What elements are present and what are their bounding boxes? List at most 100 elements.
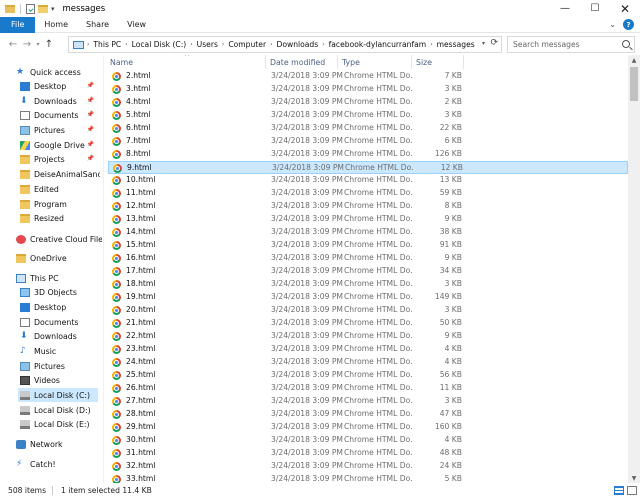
sidebar-item-3d-objects[interactable]: 3D Objects [20,285,98,299]
sidebar-item-local-disk-e[interactable]: Local Disk (E:) [20,417,98,431]
file-row[interactable]: 7.html 3/24/2018 3:09 PM Chrome HTML Do...… [108,135,628,148]
file-row[interactable]: 22.html 3/24/2018 3:09 PM Chrome HTML Do..… [108,330,628,343]
file-row[interactable]: 33.html 3/24/2018 3:09 PM Chrome HTML Do..… [108,473,628,483]
column-header-date-modified[interactable]: Date modified [266,55,338,69]
breadcrumb-this-pc[interactable]: This PC [93,40,121,49]
file-row[interactable]: 23.html 3/24/2018 3:09 PM Chrome HTML Do..… [108,343,628,356]
close-button[interactable]: ✕ [610,0,640,17]
pin-icon[interactable]: 📌 [87,111,94,118]
sidebar-item-desktop[interactable]: Desktop 📌 [20,79,98,93]
breadcrumb-users[interactable]: Users [197,40,218,49]
back-button[interactable]: ← [6,36,20,52]
file-row[interactable]: 3.html 3/24/2018 3:09 PM Chrome HTML Do...… [108,83,628,96]
forward-button[interactable]: → [20,36,34,52]
file-row[interactable]: 13.html 3/24/2018 3:09 PM Chrome HTML Do..… [108,213,628,226]
file-row[interactable]: 6.html 3/24/2018 3:09 PM Chrome HTML Do...… [108,122,628,135]
file-row[interactable]: 25.html 3/24/2018 3:09 PM Chrome HTML Do..… [108,369,628,382]
sidebar-item-pictures-pc[interactable]: Pictures [20,359,98,373]
breadcrumb-facebook-folder[interactable]: facebook-dylancurranfam [329,40,427,49]
sidebar-item-local-disk-c[interactable]: Local Disk (C:) [18,388,98,402]
address-bar[interactable]: › This PC › Local Disk (C:) › Users › Co… [68,36,502,53]
breadcrumb-separator[interactable]: › [87,41,89,48]
pin-icon[interactable]: 📌 [87,141,94,148]
file-row[interactable]: 18.html 3/24/2018 3:09 PM Chrome HTML Do..… [108,278,628,291]
refresh-icon[interactable]: ⟳ [490,38,498,48]
help-icon[interactable]: ? [623,19,634,30]
new-folder-icon[interactable] [38,4,48,13]
pin-icon[interactable]: 📌 [87,97,94,104]
file-row[interactable]: 16.html 3/24/2018 3:09 PM Chrome HTML Do..… [108,252,628,265]
sidebar-item-quick-access[interactable]: ★ Quick access [16,65,103,79]
maximize-button[interactable]: ☐ [580,0,610,17]
sidebar-item-edited[interactable]: Edited [20,182,98,196]
breadcrumb-local-disk-c[interactable]: Local Disk (C:) [132,40,187,49]
breadcrumb-separator[interactable]: › [430,41,432,48]
tab-home[interactable]: Home [35,17,77,33]
breadcrumb-separator[interactable]: › [125,41,127,48]
recent-locations-dropdown[interactable]: ▾ [34,36,42,52]
scrollbar-thumb[interactable] [630,67,638,101]
file-row[interactable]: 12.html 3/24/2018 3:09 PM Chrome HTML Do..… [108,200,628,213]
breadcrumb-separator[interactable]: › [190,41,192,48]
breadcrumb-separator[interactable]: › [322,41,324,48]
sidebar-item-this-pc[interactable]: This PC [16,271,98,285]
file-row[interactable]: 29.html 3/24/2018 3:09 PM Chrome HTML Do..… [108,421,628,434]
file-row[interactable]: 26.html 3/24/2018 3:09 PM Chrome HTML Do..… [108,382,628,395]
sidebar-item-resized[interactable]: Resized [20,211,98,225]
vertical-scrollbar[interactable]: ▲ ▼ [628,55,640,483]
address-dropdown-icon[interactable]: ▾ [482,40,485,47]
search-icon[interactable] [622,40,630,48]
properties-icon[interactable] [26,3,35,14]
sidebar-item-creative-cloud-files[interactable]: Creative Cloud Files [16,232,102,246]
file-row[interactable]: 31.html 3/24/2018 3:09 PM Chrome HTML Do..… [108,447,628,460]
up-button[interactable]: ↑ [42,36,56,52]
breadcrumb-computer[interactable]: Computer [228,40,266,49]
file-row[interactable]: 28.html 3/24/2018 3:09 PM Chrome HTML Do..… [108,408,628,421]
sidebar-item-onedrive[interactable]: OneDrive [16,251,98,265]
file-row[interactable]: 30.html 3/24/2018 3:09 PM Chrome HTML Do..… [108,434,628,447]
tab-view[interactable]: View [118,17,155,33]
file-row[interactable]: 24.html 3/24/2018 3:09 PM Chrome HTML Do..… [108,356,628,369]
file-row[interactable]: 32.html 3/24/2018 3:09 PM Chrome HTML Do..… [108,460,628,473]
sidebar-item-music[interactable]: ♪ Music [20,344,98,358]
file-row[interactable]: 21.html 3/24/2018 3:09 PM Chrome HTML Do..… [108,317,628,330]
pin-icon[interactable]: 📌 [87,155,94,162]
breadcrumb-separator[interactable]: › [270,41,272,48]
file-row[interactable]: 19.html 3/24/2018 3:09 PM Chrome HTML Do..… [108,291,628,304]
sidebar-item-catch[interactable]: ⚡ Catch! [16,457,98,471]
minimize-button[interactable]: — [550,0,580,17]
column-header-name[interactable]: Name ^ [104,55,266,69]
details-view-icon[interactable] [614,486,624,495]
sidebar-item-downloads[interactable]: ⬇ Downloads 📌 [20,94,98,108]
file-row[interactable]: 15.html 3/24/2018 3:09 PM Chrome HTML Do..… [108,239,628,252]
sidebar-item-desktop-pc[interactable]: Desktop [20,300,98,314]
sidebar-item-local-disk-d[interactable]: Local Disk (D:) [20,403,98,417]
search-box[interactable] [507,36,635,53]
file-row[interactable]: 27.html 3/24/2018 3:09 PM Chrome HTML Do..… [108,395,628,408]
sidebar-item-projects[interactable]: Projects 📌 [20,152,98,166]
breadcrumb-downloads[interactable]: Downloads [276,40,318,49]
sidebar-item-videos[interactable]: Videos [20,373,98,387]
file-row[interactable]: 14.html 3/24/2018 3:09 PM Chrome HTML Do..… [108,226,628,239]
scroll-up-button[interactable]: ▲ [628,55,640,65]
sidebar-item-pictures[interactable]: Pictures 📌 [20,123,98,137]
column-header-size[interactable]: Size [412,55,464,69]
sidebar-item-documents-pc[interactable]: Documents [20,315,98,329]
file-row[interactable]: 4.html 3/24/2018 3:09 PM Chrome HTML Do...… [108,96,628,109]
file-row[interactable]: 17.html 3/24/2018 3:09 PM Chrome HTML Do..… [108,265,628,278]
file-row[interactable]: 5.html 3/24/2018 3:09 PM Chrome HTML Do...… [108,109,628,122]
sidebar-item-network[interactable]: Network [16,437,98,451]
expand-ribbon-icon[interactable]: ⌄ [609,20,616,29]
file-row[interactable]: 8.html 3/24/2018 3:09 PM Chrome HTML Do...… [108,148,628,161]
pin-icon[interactable]: 📌 [87,126,94,133]
breadcrumb-separator[interactable]: › [222,41,224,48]
sidebar-item-downloads-pc[interactable]: ⬇ Downloads [20,329,98,343]
pin-icon[interactable]: 📌 [87,82,94,89]
sidebar-item-documents[interactable]: Documents 📌 [20,108,98,122]
file-row[interactable]: 9.html 3/24/2018 3:09 PM Chrome HTML Do...… [108,161,628,174]
column-header-type[interactable]: Type [338,55,412,69]
customize-toolbar-dropdown-icon[interactable]: ▾ [51,5,55,13]
large-icons-view-icon[interactable] [627,486,637,495]
tab-share[interactable]: Share [77,17,118,33]
file-row[interactable]: 11.html 3/24/2018 3:09 PM Chrome HTML Do..… [108,187,628,200]
